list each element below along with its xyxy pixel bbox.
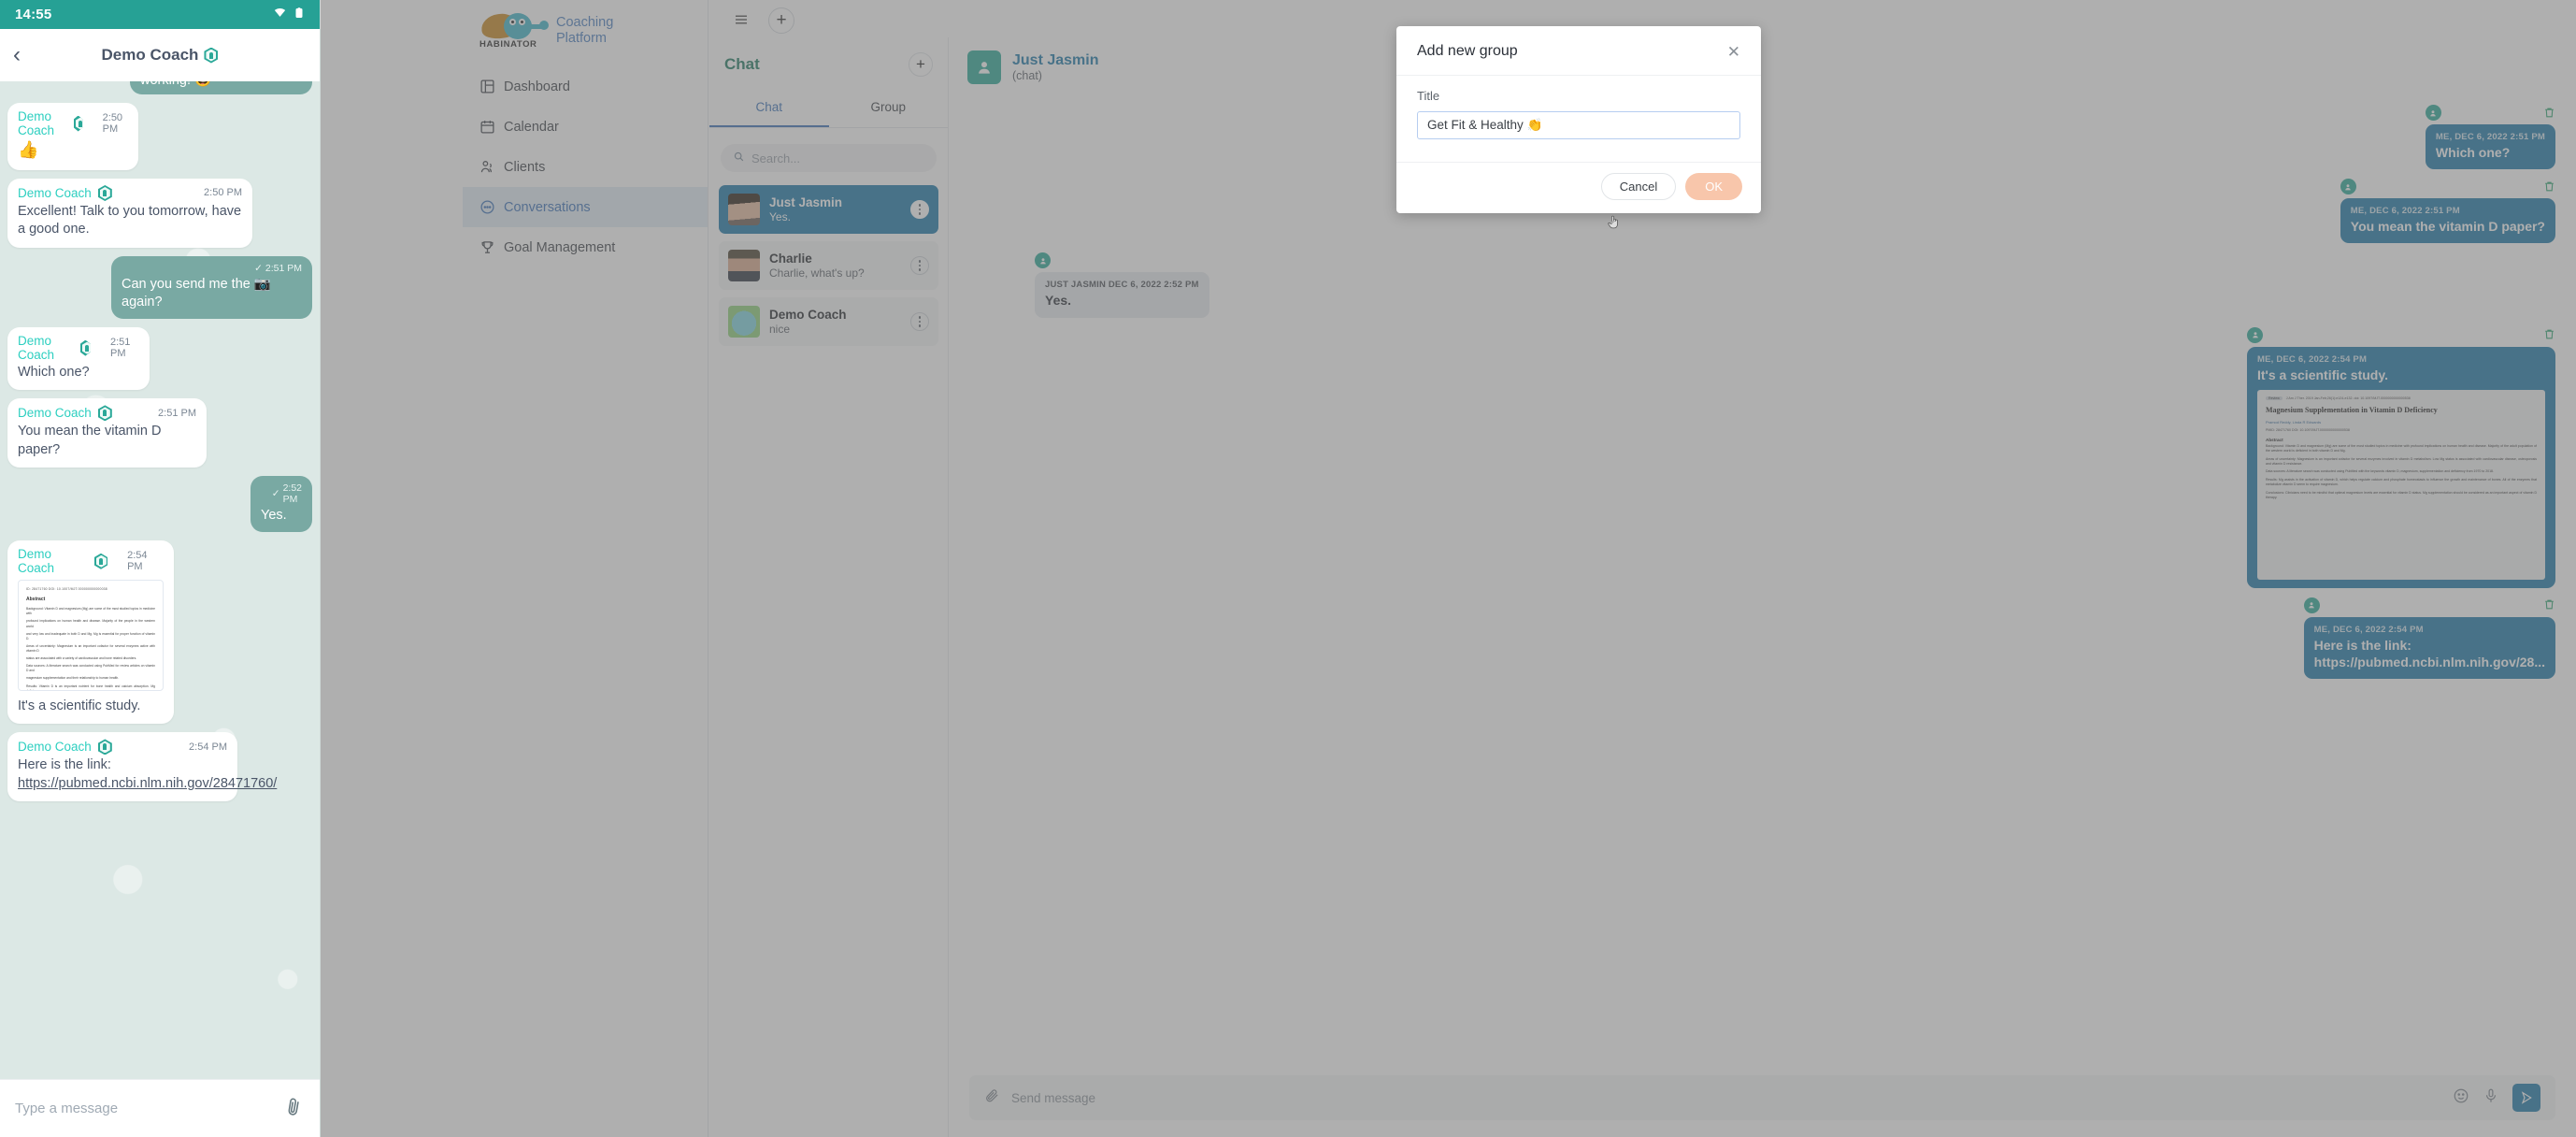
sender-name: Demo Coach <box>18 185 92 200</box>
message-text: 👍 <box>18 140 39 159</box>
sender-name: Demo Coach <box>18 109 55 137</box>
message-time: ✓ 2:51 PM <box>254 262 302 274</box>
mobile-message-input[interactable]: Type a message <box>0 1079 320 1137</box>
message-bubble: Demo Coach 2:51 PM Which one? <box>7 327 150 391</box>
ok-button[interactable]: OK <box>1685 173 1742 200</box>
message-text: Can you send me the 📷 again? <box>122 276 271 309</box>
message-bubble: ✓ 2:51 PM Can you send me the 📷 again? <box>111 255 312 320</box>
sender-name: Demo Coach <box>18 740 92 755</box>
mobile-input-placeholder: Type a message <box>15 1101 119 1116</box>
coach-badge-icon <box>97 405 112 422</box>
sender-name: Demo Coach <box>18 334 55 363</box>
read-check-icon: ✓ <box>271 487 280 499</box>
message-bubble: Demo Coach 2:50 PM 👍 <box>7 103 138 170</box>
mobile-phone-view: 14:55 ‹ Demo Coach w <box>0 0 321 1137</box>
cancel-button[interactable]: Cancel <box>1600 173 1677 200</box>
status-time: 14:55 <box>15 7 52 22</box>
dialog-title: Add new group <box>1417 43 1518 59</box>
message-time: 2:51 PM <box>110 337 131 360</box>
message-bubble-partial: working! 😄 <box>130 81 312 94</box>
mobile-message-list[interactable]: working! 😄 Demo Coach 2:50 PM 👍 Demo Coa… <box>0 81 320 1079</box>
pdf-meta: ID: 28471760 DOI: 10.1007/MJT.0000000000… <box>26 587 107 592</box>
mobile-app-bar: ‹ Demo Coach <box>0 29 320 81</box>
message-text: It's a scientific study. <box>18 698 141 714</box>
message-text: Yes. <box>261 507 287 523</box>
message-time: ✓ 2:52 PM <box>271 482 302 505</box>
message-bubble: Demo Coach 2:54 PM Here is the link: htt… <box>7 732 278 802</box>
message-bubble: Demo Coach 2:54 PM ID: 28471760 DOI: 10.… <box>7 540 174 725</box>
coach-badge-icon <box>97 184 112 201</box>
message-bubble: Demo Coach 2:50 PM Excellent! Talk to yo… <box>7 178 252 248</box>
message-time: 2:54 PM <box>127 550 148 573</box>
message-text: You mean the vitamin D paper? <box>18 424 162 457</box>
message-text: Excellent! Talk to you tomorrow, have a … <box>18 203 242 237</box>
close-icon[interactable]: ✕ <box>1727 44 1740 60</box>
coach-badge-icon <box>93 553 108 569</box>
back-icon[interactable]: ‹ <box>13 44 21 66</box>
message-text: Which one? <box>18 365 90 381</box>
wifi-icon <box>273 6 287 23</box>
message-bubble: Demo Coach 2:51 PM You mean the vitamin … <box>7 398 207 468</box>
message-text: Here is the link: https://pubmed.ncbi.nl… <box>18 757 278 791</box>
pdf-paragraph: Background: Vitamin D and magnesium (Mg)… <box>26 607 155 616</box>
pdf-paragraph: Results: Vitamin D is an important nutri… <box>26 684 155 692</box>
battery-icon <box>293 6 305 23</box>
group-title-input[interactable] <box>1417 111 1740 139</box>
mobile-title-text: Demo Coach <box>101 46 199 64</box>
message-bubble: ✓ 2:52 PM Yes. <box>250 475 312 533</box>
message-time: 2:50 PM <box>102 112 123 135</box>
message-link[interactable]: https://pubmed.ncbi.nlm.nih.gov/28471760… <box>18 776 277 791</box>
pdf-preview-attachment[interactable]: ID: 28471760 DOI: 10.1007/MJT.0000000000… <box>18 580 164 692</box>
message-time: 2:54 PM <box>189 741 227 753</box>
coach-badge-icon <box>79 339 91 356</box>
pdf-paragraph: and very low and inadequate in both D an… <box>26 631 155 640</box>
add-new-group-dialog: Add new group ✕ Title Cancel OK <box>1396 26 1761 213</box>
pdf-heading: Abstract <box>26 597 46 603</box>
coach-badge-icon <box>204 47 219 64</box>
pdf-paragraph: Data sources: A literature search was co… <box>26 664 155 673</box>
sender-name: Demo Coach <box>18 547 55 576</box>
paperclip-icon[interactable] <box>279 1092 310 1124</box>
sender-name: Demo Coach <box>18 406 92 421</box>
pdf-paragraph: magnesium supplementation and their rela… <box>26 676 120 681</box>
message-time: 2:50 PM <box>204 187 242 199</box>
pdf-paragraph: status are associated with a variety of … <box>26 656 137 661</box>
hand-pointer-icon <box>1606 213 1622 235</box>
coach-badge-icon <box>73 115 83 132</box>
read-check-icon: ✓ <box>254 262 263 274</box>
pdf-paragraph: profound implications on human health an… <box>26 619 155 628</box>
pdf-paragraph: Areas of uncertainty: Magnesium is an im… <box>26 643 155 653</box>
page-title: Demo Coach <box>0 46 320 65</box>
message-time: 2:51 PM <box>158 407 196 419</box>
mobile-status-bar: 14:55 <box>0 0 320 29</box>
title-field-label: Title <box>1417 89 1440 103</box>
coach-badge-icon <box>97 739 112 756</box>
